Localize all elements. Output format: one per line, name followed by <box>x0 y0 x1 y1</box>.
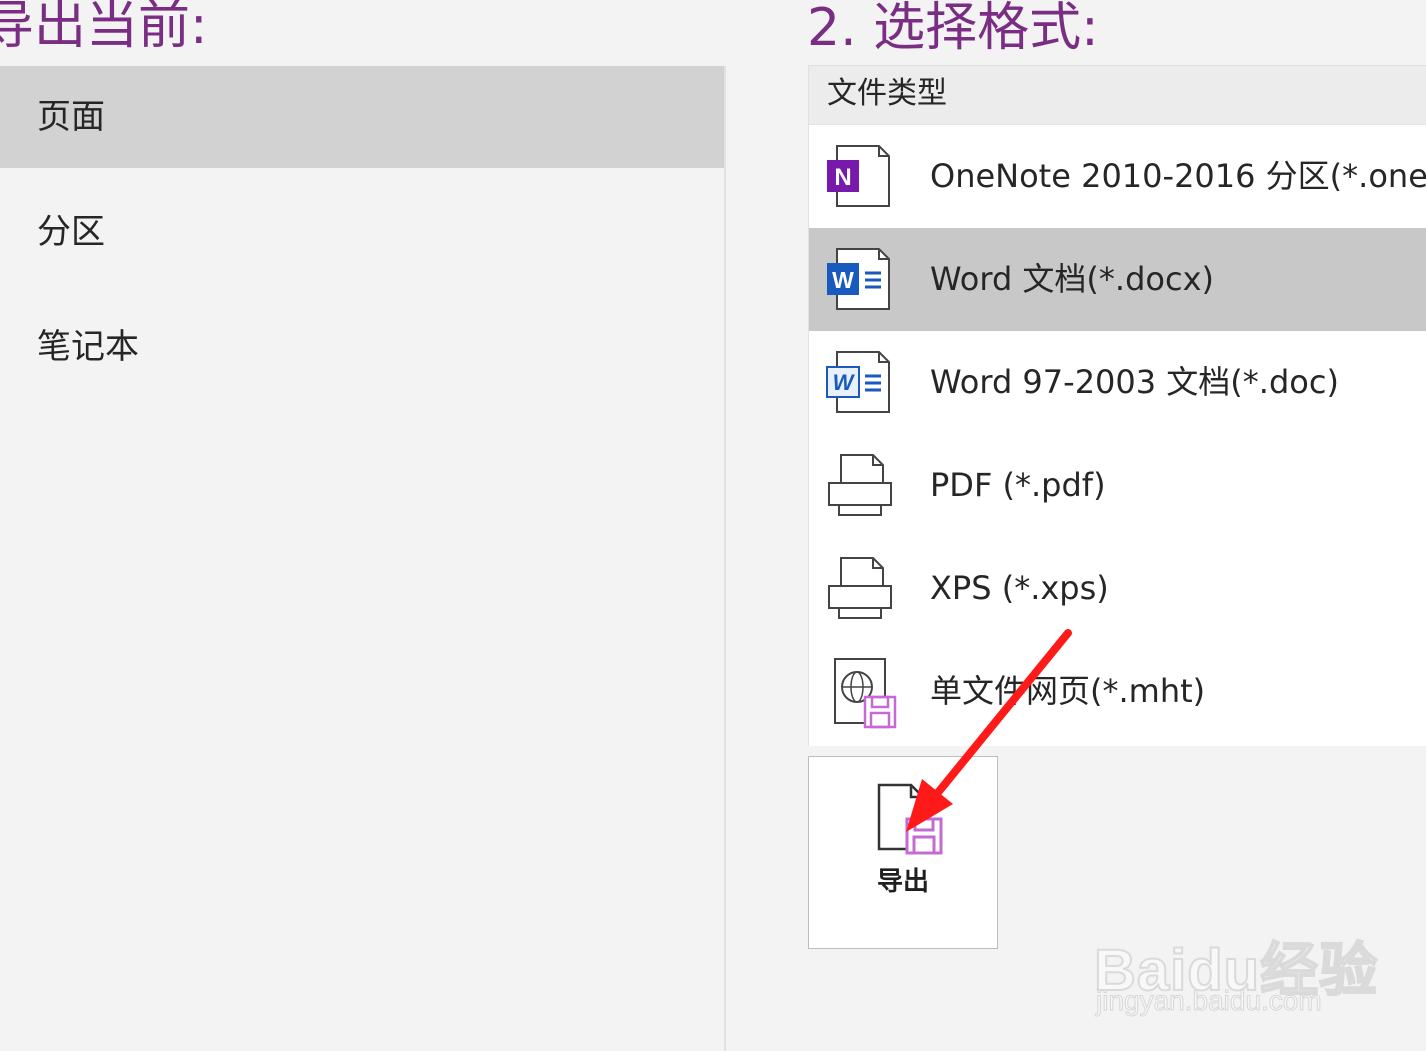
export-scope-list: 页面 分区 笔记本 <box>0 66 724 398</box>
export-file-icon <box>877 783 943 855</box>
word-docx-icon: W <box>827 248 890 310</box>
svg-text:N: N <box>834 164 851 191</box>
format-item-pdf[interactable]: PDF (*.pdf) <box>809 434 1426 537</box>
format-label: Word 97-2003 文档(*.doc) <box>930 363 1339 401</box>
file-type-header: 文件类型 <box>809 66 1426 125</box>
format-label: PDF (*.pdf) <box>930 466 1106 504</box>
scope-item-notebook[interactable]: 笔记本 <box>0 296 724 398</box>
xps-printer-icon <box>828 557 892 619</box>
export-button[interactable]: 导出 <box>808 756 998 949</box>
format-item-xps[interactable]: XPS (*.xps) <box>809 537 1426 640</box>
scope-item-label: 页面 <box>37 97 105 137</box>
export-button-label: 导出 <box>876 867 929 897</box>
scope-item-label: 分区 <box>37 212 105 252</box>
format-item-onenote[interactable]: N OneNote 2010-2016 分区(*.one) <box>809 125 1426 228</box>
onenote-file-icon: N <box>827 145 890 207</box>
file-format-list: 文件类型 N OneNote 2010-2016 分区(*.one) W Wor… <box>808 65 1426 746</box>
mht-webpage-icon <box>834 658 897 729</box>
scope-item-section[interactable]: 分区 <box>0 181 724 283</box>
format-item-docx[interactable]: W Word 文档(*.docx) <box>809 228 1426 331</box>
baidu-jingyan-watermark: Baidu经验 jingyan.baidu.com <box>1090 905 1410 1025</box>
format-label: OneNote 2010-2016 分区(*.one) <box>930 157 1426 195</box>
format-label: 单文件网页(*.mht) <box>930 672 1206 710</box>
format-label: XPS (*.xps) <box>930 569 1109 607</box>
watermark-url: jingyan.baidu.com <box>1096 985 1323 1017</box>
format-item-mht[interactable]: 单文件网页(*.mht) <box>809 640 1426 743</box>
svg-text:W: W <box>832 267 854 293</box>
svg-text:W: W <box>833 370 856 395</box>
format-label: Word 文档(*.docx) <box>930 260 1214 298</box>
choose-format-title: 2. 选择格式: <box>807 0 1099 58</box>
panel-divider <box>724 66 726 1051</box>
word-doc-icon: W <box>826 351 890 413</box>
scope-item-page[interactable]: 页面 <box>0 66 724 168</box>
export-scope-title: 导出当前: <box>0 0 208 56</box>
pdf-printer-icon <box>828 454 892 516</box>
format-item-doc[interactable]: W Word 97-2003 文档(*.doc) <box>809 331 1426 434</box>
scope-item-label: 笔记本 <box>37 327 139 367</box>
